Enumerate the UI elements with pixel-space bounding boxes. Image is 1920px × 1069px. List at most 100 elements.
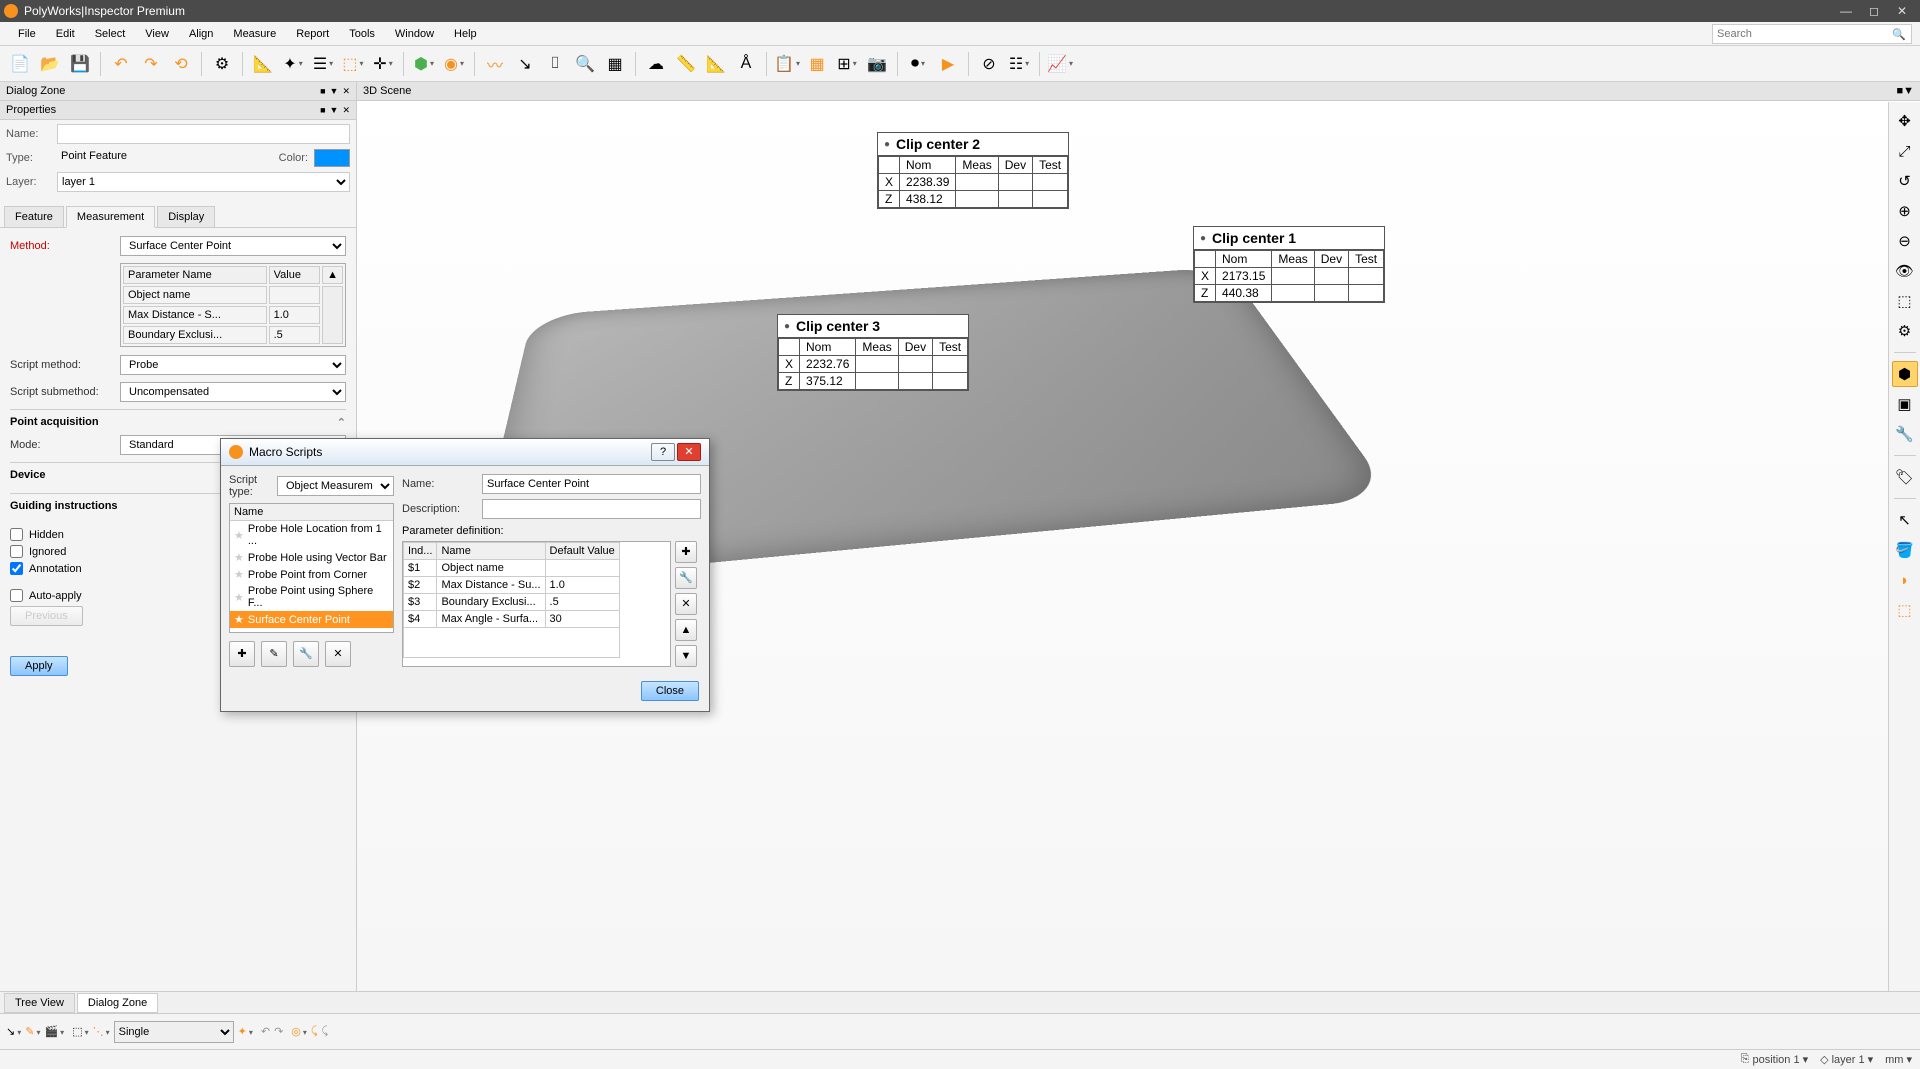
close-window-button[interactable]: ✕ — [1888, 4, 1916, 18]
tag-icon[interactable]: 🏷 — [1892, 464, 1918, 490]
back-icon[interactable]: ↶ — [261, 1025, 270, 1038]
filter-icon[interactable]: ⬚ — [72, 1025, 88, 1038]
mode-select-bottom[interactable]: Single — [114, 1021, 234, 1043]
bucket-icon[interactable]: 🪣 — [1892, 537, 1918, 563]
arm2-icon[interactable]: ⤹ — [322, 1025, 329, 1038]
camera-icon[interactable]: 📷 — [863, 50, 891, 78]
tab-display[interactable]: Display — [157, 206, 215, 227]
modal-desc-input[interactable] — [482, 499, 701, 519]
shape-icon[interactable]: ◗ — [1892, 567, 1918, 593]
down-param-button[interactable]: ▼ — [675, 645, 697, 667]
snapshot-icon[interactable]: ▦ — [803, 50, 831, 78]
menu-help[interactable]: Help — [444, 24, 487, 44]
settings-icon[interactable]: ⚙ — [1892, 318, 1918, 344]
box-icon[interactable]: ⬢ — [410, 50, 438, 78]
target-icon[interactable]: ◎ — [291, 1025, 307, 1038]
chart-icon[interactable]: 📈 — [1046, 50, 1074, 78]
collapse-icon[interactable]: ⌃ — [337, 416, 346, 429]
callout-clip-center-3[interactable]: Clip center 3 NomMeasDevTest X2232.76 Z3… — [777, 314, 969, 391]
visibility-icon[interactable]: 👁 — [1892, 258, 1918, 284]
status-unit[interactable]: mm▾ — [1885, 1053, 1912, 1066]
undo-icon[interactable]: ↶ — [107, 50, 135, 78]
annotation-checkbox[interactable] — [10, 562, 23, 575]
panel-pin-icon[interactable]: ■ — [320, 86, 325, 96]
edit-param-button[interactable]: 🔧 — [675, 567, 697, 589]
script-item[interactable]: ★Probe Hole using Vector Bar — [230, 549, 393, 566]
probe-tool-icon[interactable]: ↘ — [6, 1025, 21, 1038]
modal-name-input[interactable] — [482, 474, 701, 494]
status-layer[interactable]: ◇layer 1▾ — [1820, 1053, 1873, 1066]
crop-icon[interactable]: ⬚ — [1892, 597, 1918, 623]
pointer-icon[interactable]: ↖ — [1892, 507, 1918, 533]
script-item-selected[interactable]: ★Surface Center Point — [230, 611, 393, 628]
view-cube-icon[interactable]: ⬚ — [1892, 288, 1918, 314]
layer-select[interactable]: layer 1 — [57, 172, 350, 192]
add-param-button[interactable]: ✚ — [675, 541, 697, 563]
previous-button[interactable]: Previous — [10, 606, 83, 626]
wireframe-icon[interactable]: ▣ — [1892, 391, 1918, 417]
callout-clip-center-2[interactable]: Clip center 2 NomMeasDevTest X2238.39 Z4… — [877, 132, 1069, 209]
edit-script-button[interactable]: ✎ — [261, 641, 287, 667]
measure-dist-icon[interactable]: ↘ — [511, 50, 539, 78]
open-icon[interactable]: 📂 — [36, 50, 64, 78]
table-icon[interactable]: ▦ — [601, 50, 629, 78]
menu-measure[interactable]: Measure — [223, 24, 286, 44]
method-select[interactable]: Surface Center Point — [120, 236, 346, 256]
panel-pin-icon[interactable]: ■ — [320, 105, 325, 115]
menu-report[interactable]: Report — [286, 24, 339, 44]
color-swatch[interactable] — [314, 149, 350, 167]
panel-pin-icon[interactable]: ■ — [1896, 85, 1903, 97]
menu-file[interactable]: File — [8, 24, 46, 44]
list-icon[interactable]: ☰ — [309, 50, 337, 78]
tab-feature[interactable]: Feature — [4, 206, 64, 227]
zoom-in-icon[interactable]: ⊕ — [1892, 198, 1918, 224]
options-icon[interactable]: ⚙ — [208, 50, 236, 78]
zoom-out-icon[interactable]: ⊖ — [1892, 228, 1918, 254]
probe2-icon[interactable]: 📐 — [702, 50, 730, 78]
dialog-close-button[interactable]: ✕ — [677, 443, 701, 461]
panel-dropdown-icon[interactable]: ▼ — [1903, 85, 1914, 97]
move-icon[interactable]: ✥ — [1892, 108, 1918, 134]
fit-icon[interactable]: ⤢ — [1892, 138, 1918, 164]
play-icon[interactable]: ▶ — [934, 50, 962, 78]
clapper-icon[interactable]: 🎬 — [44, 1025, 64, 1038]
autoapply-checkbox[interactable] — [10, 589, 23, 602]
callout-clip-center-1[interactable]: Clip center 1 NomMeasDevTest X2173.15 Z4… — [1193, 226, 1385, 303]
menu-window[interactable]: Window — [385, 24, 444, 44]
cube-icon[interactable]: ⬚ — [339, 50, 367, 78]
save-icon[interactable]: 💾 — [66, 50, 94, 78]
menu-select[interactable]: Select — [85, 24, 136, 44]
grid-icon[interactable]: ⊞ — [833, 50, 861, 78]
param-def-table[interactable]: Ind...NameDefault Value $1Object name $2… — [402, 541, 671, 667]
minimize-button[interactable]: — — [1832, 4, 1860, 18]
refresh-icon[interactable]: ⟲ — [167, 50, 195, 78]
delete-script-button[interactable]: ✕ — [325, 641, 351, 667]
script-submethod-select[interactable]: Uncompensated — [120, 382, 346, 402]
apply-button[interactable]: Apply — [10, 656, 68, 676]
config-script-button[interactable]: 🔧 — [293, 641, 319, 667]
close-button[interactable]: Close — [641, 681, 699, 701]
tab-dialog-zone[interactable]: Dialog Zone — [77, 993, 158, 1013]
script-method-select[interactable]: Probe — [120, 355, 346, 375]
freehand-icon[interactable]: 〰 — [481, 50, 509, 78]
menu-tools[interactable]: Tools — [339, 24, 385, 44]
new-icon[interactable]: 📄 — [6, 50, 34, 78]
script-item[interactable]: ★Probe Point using Sphere F... — [230, 583, 393, 611]
script-type-select[interactable]: Object Measurem — [277, 476, 394, 496]
menu-align[interactable]: Align — [179, 24, 223, 44]
edit-tool-icon[interactable]: ✎ — [25, 1025, 40, 1038]
script-item[interactable]: ★Probe Hole Location from 1 ... — [230, 521, 393, 549]
dots-icon[interactable]: ⋱ — [93, 1025, 110, 1038]
record-icon[interactable]: ⏺ — [904, 50, 932, 78]
redo-icon[interactable]: ↷ — [137, 50, 165, 78]
section-icon[interactable]: ⌷ — [541, 50, 569, 78]
magnify-icon[interactable]: 🔍 — [571, 50, 599, 78]
script-list-icon[interactable]: ☷ — [1005, 50, 1033, 78]
fwd-icon[interactable]: ↷ — [274, 1025, 283, 1038]
dialog-help-button[interactable]: ? — [651, 443, 675, 461]
spark-icon[interactable]: ✦ — [238, 1025, 253, 1038]
up-param-button[interactable]: ▲ — [675, 619, 697, 641]
arm1-icon[interactable]: ⤹ — [311, 1025, 318, 1038]
script-list[interactable]: Name ★Probe Hole Location from 1 ... ★Pr… — [229, 503, 394, 633]
parameter-table[interactable]: Parameter NameValue▲ Object name Max Dis… — [120, 263, 346, 347]
